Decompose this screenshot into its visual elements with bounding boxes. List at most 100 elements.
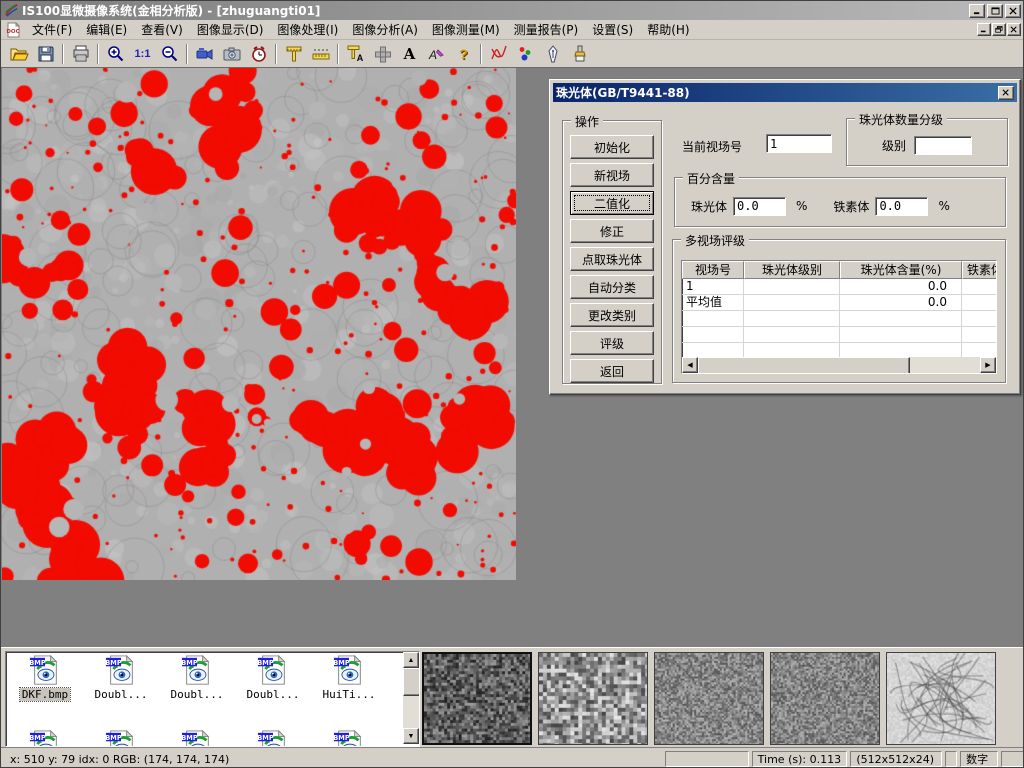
help-button[interactable]: ? xyxy=(451,42,476,66)
scroll-up-arrow[interactable]: ▲ xyxy=(403,652,419,668)
help-icon: ? xyxy=(459,46,468,62)
current-field-input[interactable] xyxy=(766,134,832,153)
menu-settings[interactable]: 设置(S) xyxy=(585,19,640,40)
metallograph-image[interactable] xyxy=(2,68,516,580)
file-item-partial[interactable] xyxy=(160,728,234,747)
menu-edit[interactable]: 编辑(E) xyxy=(79,19,134,40)
change-class-button[interactable]: 更改类别 xyxy=(570,303,654,327)
table-row-empty xyxy=(682,327,996,343)
file-item-partial[interactable] xyxy=(236,728,310,747)
zoom-out-button[interactable] xyxy=(157,42,182,66)
file-item-dkf[interactable]: DKF.bmp xyxy=(8,653,82,701)
close-button[interactable] xyxy=(1005,4,1021,18)
file-item-double2[interactable]: Doubl... xyxy=(160,653,234,701)
col-ferrite-content: 铁素体含量(%) xyxy=(962,261,997,279)
text-a-icon: A xyxy=(404,45,416,63)
maximize-button[interactable] xyxy=(987,4,1003,18)
camera-icon xyxy=(222,44,242,64)
zoom-in-button[interactable] xyxy=(103,42,128,66)
brush-tool-button[interactable] xyxy=(567,42,592,66)
binarize-button[interactable]: 二值化 xyxy=(570,191,654,215)
file-item-partial[interactable] xyxy=(312,728,386,747)
ruler-measure-button[interactable] xyxy=(308,42,333,66)
table-row[interactable]: 1 0.0 xyxy=(682,279,996,295)
thumbnail-4[interactable] xyxy=(770,652,880,745)
title-bar: IS100显微摄像系统(金相分析版) - [zhuguangti01] xyxy=(1,1,1023,20)
menu-measure-report[interactable]: 测量报告(P) xyxy=(507,19,586,40)
menu-bar: DOC 文件(F) 编辑(E) 查看(V) 图像显示(D) 图像处理(I) 图像… xyxy=(1,20,1023,40)
menu-help[interactable]: 帮助(H) xyxy=(640,19,696,40)
pick-pearlite-button[interactable]: 点取珠光体 xyxy=(570,247,654,271)
menu-file[interactable]: 文件(F) xyxy=(25,19,79,40)
pearlite-percent-input[interactable] xyxy=(733,197,786,216)
label-count-button[interactable] xyxy=(513,42,538,66)
scrollbar-thumb[interactable] xyxy=(698,357,910,374)
thumbnail-5[interactable] xyxy=(886,652,996,745)
init-button[interactable]: 初始化 xyxy=(570,135,654,159)
open-file-button[interactable] xyxy=(6,42,31,66)
timer-button[interactable] xyxy=(246,42,271,66)
caliper-icon xyxy=(284,44,304,64)
status-coordinates: x: 510 y: 79 idx: 0 RGB: (174, 174, 174) xyxy=(4,751,662,767)
annotate-button[interactable]: A xyxy=(424,42,449,66)
measure-font-button[interactable]: A xyxy=(343,42,368,66)
save-button[interactable] xyxy=(33,42,58,66)
return-button[interactable]: 返回 xyxy=(570,359,654,383)
dialog-close-icon xyxy=(1002,89,1010,96)
menu-view[interactable]: 查看(V) xyxy=(134,19,190,40)
pen-tool-button[interactable] xyxy=(540,42,565,66)
svg-text:A: A xyxy=(427,48,436,62)
grade-input[interactable] xyxy=(914,136,972,155)
application-window: IS100显微摄像系统(金相分析版) - [zhuguangti01] DOC … xyxy=(0,0,1024,768)
print-button[interactable] xyxy=(68,42,93,66)
app-icon xyxy=(4,3,19,18)
caliper-measure-button[interactable] xyxy=(281,42,306,66)
mdi-restore-button[interactable] xyxy=(992,23,1006,36)
menu-image-processing[interactable]: 图像处理(I) xyxy=(270,19,345,40)
multi-field-table[interactable]: 视场号 珠光体级别 珠光体含量(%) 铁素体含量(%) 1 0.0 平均值 0.… xyxy=(681,260,997,374)
toolbar-separator xyxy=(97,44,99,64)
dialog-title-bar[interactable]: 珠光体(GB/T9441-88) xyxy=(553,83,1017,102)
menu-image-measure[interactable]: 图像测量(M) xyxy=(425,19,507,40)
file-item-partial[interactable] xyxy=(84,728,158,747)
table-row[interactable]: 平均值 0.0 xyxy=(682,295,996,311)
grid-overlay-button[interactable] xyxy=(370,42,395,66)
text-tool-button[interactable]: A xyxy=(397,42,422,66)
dialog-close-button[interactable] xyxy=(998,86,1014,100)
new-field-button[interactable]: 新视场 xyxy=(570,163,654,187)
thumbnail-1[interactable] xyxy=(422,652,532,745)
scroll-right-arrow[interactable]: ▶ xyxy=(980,357,996,373)
thumbnail-3[interactable] xyxy=(654,652,764,745)
video-capture-button[interactable] xyxy=(192,42,217,66)
thumbnail-2[interactable] xyxy=(538,652,648,745)
actual-size-button[interactable]: 1:1 xyxy=(130,42,155,66)
grade-label: 级别 xyxy=(882,137,906,154)
snapshot-button[interactable] xyxy=(219,42,244,66)
minimize-button[interactable] xyxy=(969,4,985,18)
auto-classify-button[interactable]: 自动分类 xyxy=(570,275,654,299)
multi-field-group: 多视场评级 视场号 珠光体级别 珠光体含量(%) 铁素体含量(%) 1 0.0 … xyxy=(672,239,1006,383)
file-item-partial[interactable] xyxy=(8,728,82,747)
scroll-down-arrow[interactable]: ▼ xyxy=(403,728,419,744)
grade-button[interactable]: 评级 xyxy=(570,331,654,355)
ferrite-label: 铁素体 xyxy=(833,198,869,215)
file-item-huiti[interactable]: HuiTi... xyxy=(312,653,386,701)
file-list[interactable]: DKF.bmp Doubl... Doubl... Doubl... HuiTi… xyxy=(5,651,420,747)
correct-button[interactable]: 修正 xyxy=(570,219,654,243)
menu-image-analysis[interactable]: 图像分析(A) xyxy=(345,19,425,40)
scrollbar-thumb[interactable] xyxy=(403,668,420,696)
window-title: IS100显微摄像系统(金相分析版) - [zhuguangti01] xyxy=(22,2,967,19)
curve-tool-button[interactable] xyxy=(486,42,511,66)
mdi-minimize-button[interactable] xyxy=(977,23,991,36)
file-list-scrollbar[interactable]: ▲ ▼ xyxy=(403,652,419,744)
file-item-double3[interactable]: Doubl... xyxy=(236,653,310,701)
status-empty-panel xyxy=(665,751,749,767)
file-item-double1[interactable]: Doubl... xyxy=(84,653,158,701)
file-name: Doubl... xyxy=(245,688,302,701)
table-horizontal-scrollbar[interactable]: ◀ ▶ xyxy=(682,357,996,373)
scroll-left-arrow[interactable]: ◀ xyxy=(682,357,698,373)
ferrite-percent-input[interactable] xyxy=(875,197,928,216)
menu-image-display[interactable]: 图像显示(D) xyxy=(190,19,271,40)
svg-text:DOC: DOC xyxy=(6,29,19,35)
mdi-close-button[interactable] xyxy=(1007,23,1021,36)
